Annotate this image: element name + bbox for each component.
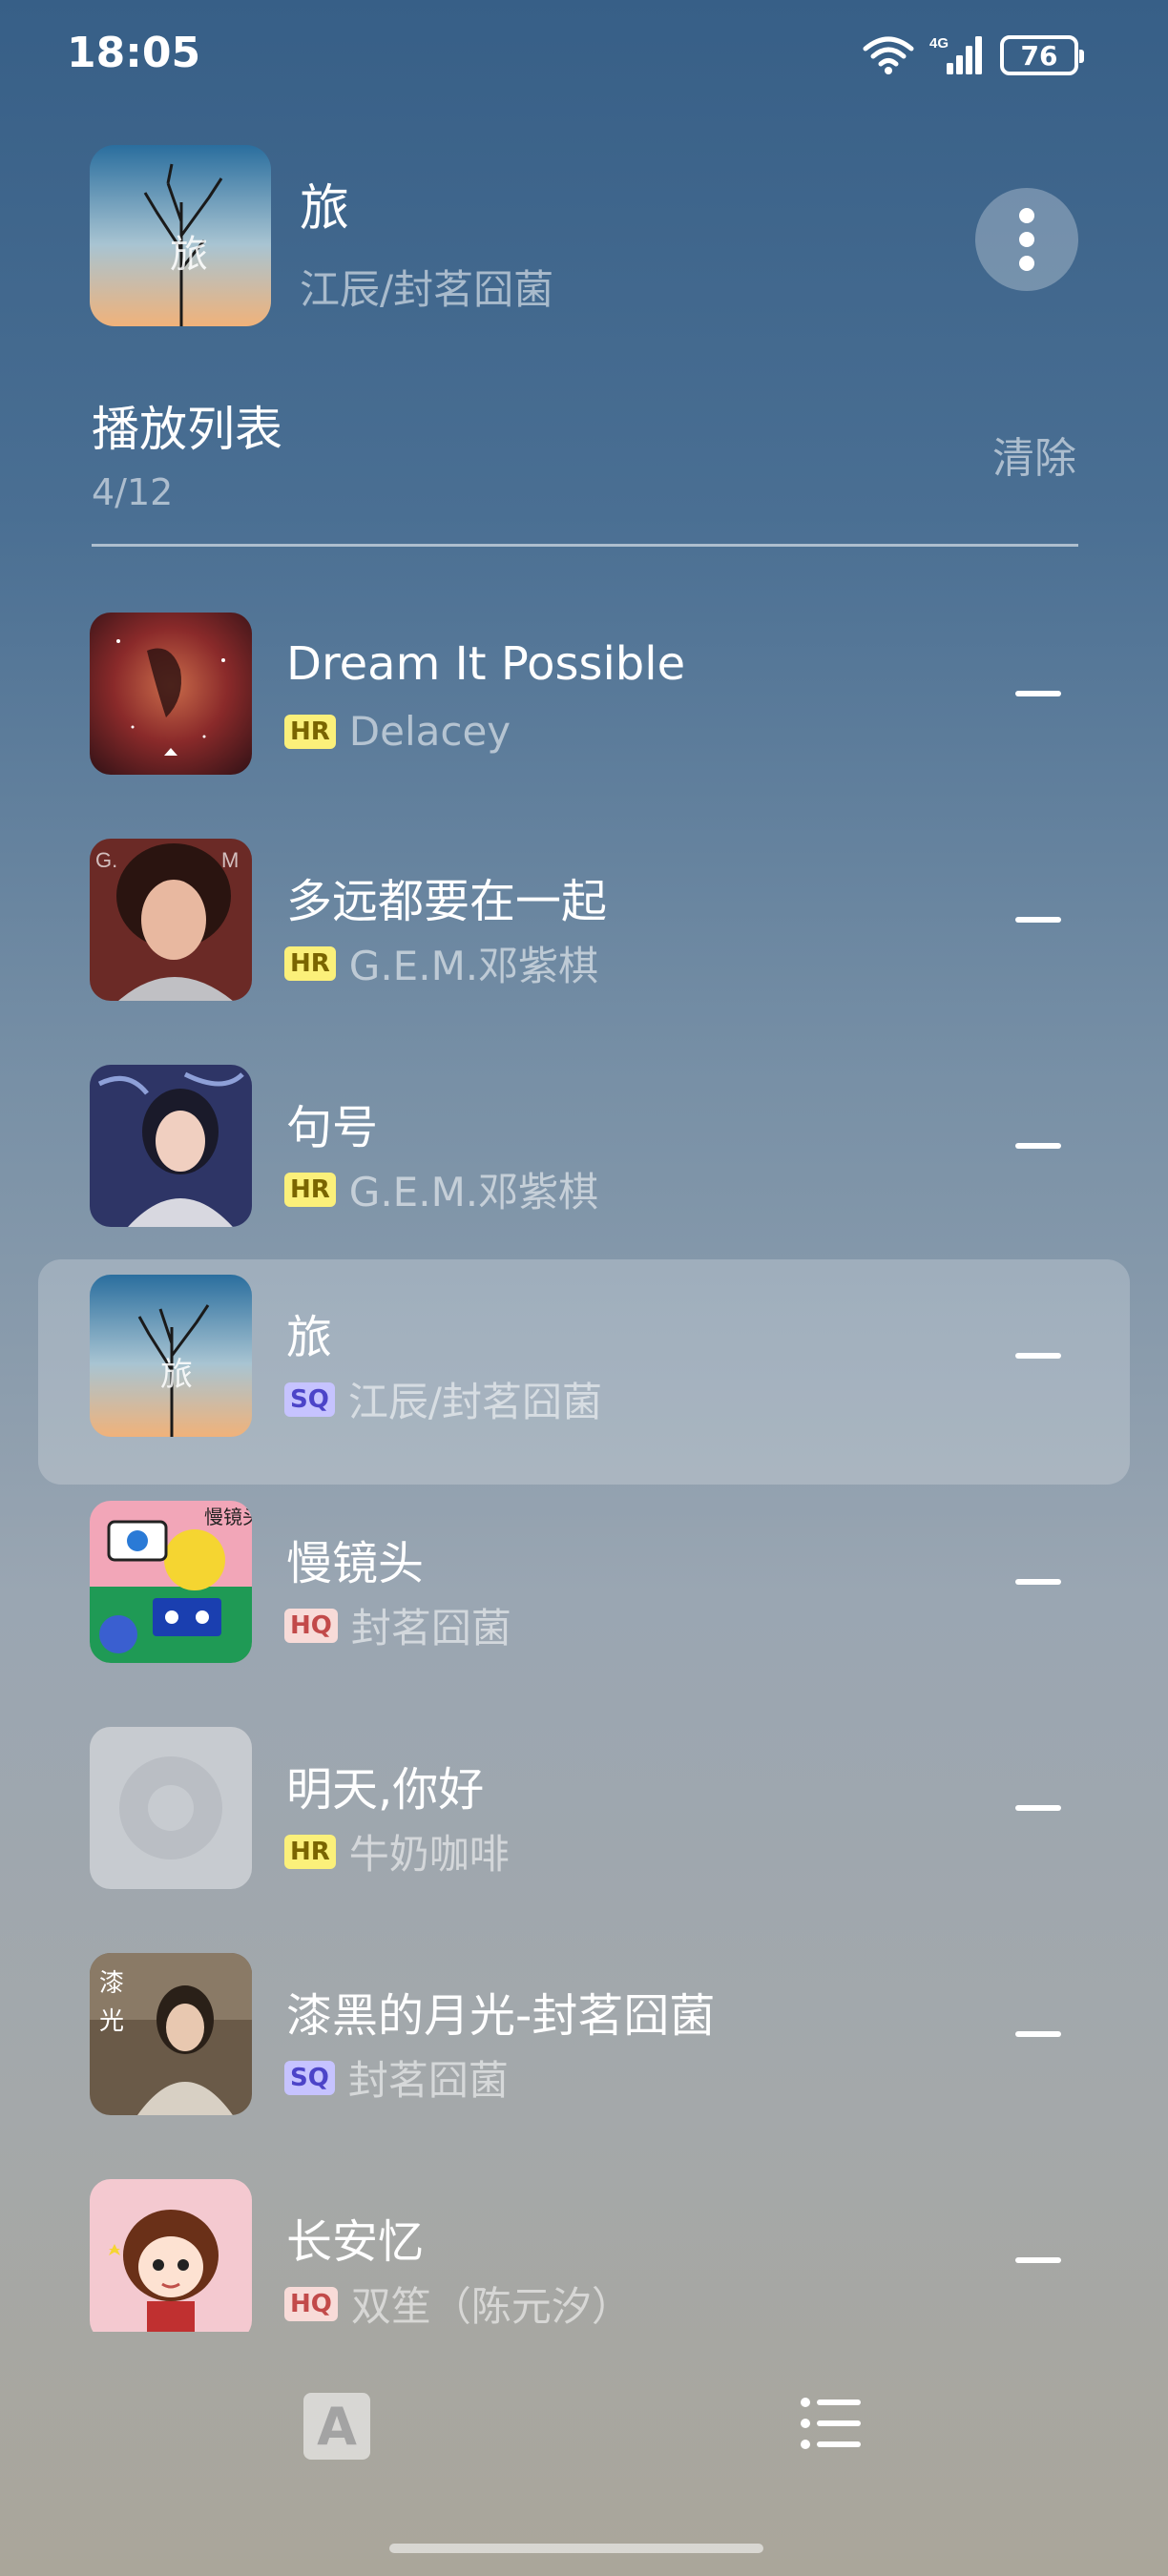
- girl-sepia-cover: 漆 光: [90, 1953, 252, 2115]
- track-row[interactable]: G. M 多远都要在一起 HR G.E.M.邓紫棋: [0, 823, 1168, 1049]
- track-artist: Delacey: [348, 708, 511, 755]
- remove-track-button[interactable]: [1015, 1579, 1061, 1585]
- track-artist: 封茗囧菌: [350, 1605, 511, 1652]
- track-title: 旅: [286, 1311, 333, 1364]
- nebula-cover: [90, 613, 252, 775]
- quality-badge: HR: [284, 945, 336, 981]
- portrait-red-cover: G. M: [90, 839, 252, 1001]
- status-time: 18:05: [67, 29, 201, 77]
- track-row[interactable]: 长安忆 HQ 双笙（陈元汐）: [0, 2164, 1168, 2332]
- svg-text:G.: G.: [95, 848, 117, 872]
- svg-text:光: 光: [99, 2007, 124, 2036]
- track-artist: G.E.M.邓紫棋: [348, 1169, 599, 1215]
- more-options-button[interactable]: [975, 188, 1078, 291]
- remove-track-button[interactable]: [1015, 2257, 1061, 2263]
- quality-badge: HQ: [284, 2286, 338, 2321]
- svg-text:M: M: [221, 848, 239, 872]
- lyrics-toggle-button[interactable]: A: [303, 2393, 370, 2460]
- track-list[interactable]: Dream It Possible HR Delacey G. M 多远都要在一…: [0, 597, 1168, 2332]
- playlist-icon[interactable]: [800, 2395, 863, 2452]
- battery-level: 76: [1020, 39, 1058, 72]
- svg-text:慢镜头: 慢镜头: [204, 1506, 252, 1528]
- wifi-icon: [863, 35, 914, 75]
- now-playing-header: 旅 旅 江辰/封茗囧菌: [90, 145, 1078, 328]
- tree-sky-cover: 旅: [90, 1275, 252, 1437]
- track-title: 慢镜头: [286, 1537, 425, 1590]
- remove-track-button[interactable]: [1015, 691, 1061, 696]
- track-title: 漆黑的月光-封茗囧菌: [286, 1989, 716, 2043]
- now-playing-title: 旅: [300, 180, 350, 238]
- quality-badge: HQ: [284, 1608, 338, 1643]
- svg-text:漆: 漆: [99, 1969, 124, 1998]
- quality-badge: HR: [284, 714, 336, 749]
- track-row[interactable]: Dream It Possible HR Delacey: [0, 597, 1168, 822]
- colorful-camera-cover: 慢镜头: [90, 1501, 252, 1663]
- cellular-signal-icon: 4G: [929, 34, 985, 76]
- quality-badge: HR: [284, 1834, 336, 1869]
- bottom-bar: A: [0, 2376, 1168, 2481]
- playlist-header: 播放列表 4/12 清除: [92, 391, 1078, 513]
- track-title: 句号: [286, 1101, 379, 1154]
- more-vertical-icon: [1019, 208, 1034, 223]
- track-artist: 江辰/封茗囧菌: [347, 1379, 602, 1425]
- track-row[interactable]: 句号 HR G.E.M.邓紫棋: [0, 1049, 1168, 1275]
- svg-text:旅: 旅: [170, 233, 208, 277]
- track-row-current[interactable]: 旅 旅 SQ 江辰/封茗囧菌: [0, 1259, 1168, 1485]
- track-artist: 封茗囧菌: [347, 2057, 509, 2104]
- network-type-label: 4G: [929, 35, 949, 52]
- track-title: 明天,你好: [286, 1763, 485, 1817]
- portrait-blue-cover: [90, 1065, 252, 1227]
- track-row[interactable]: 漆 光 漆黑的月光-封茗囧菌 SQ 封茗囧菌: [0, 1938, 1168, 2163]
- track-row[interactable]: 慢镜头 慢镜头 HQ 封茗囧菌: [0, 1485, 1168, 1711]
- home-indicator[interactable]: [389, 2544, 763, 2553]
- status-bar: 18:05 4G 76: [0, 0, 1168, 114]
- playlist-title: 播放列表: [92, 402, 282, 457]
- divider: [92, 544, 1078, 547]
- remove-track-button[interactable]: [1015, 2031, 1061, 2037]
- clear-playlist-button[interactable]: 清除: [992, 424, 1076, 485]
- remove-track-button[interactable]: [1015, 1805, 1061, 1811]
- svg-text:旅: 旅: [160, 1356, 193, 1394]
- remove-track-button[interactable]: [1015, 1143, 1061, 1149]
- track-title: 多远都要在一起: [286, 875, 608, 928]
- track-row[interactable]: 明天,你好 HR 牛奶咖啡: [0, 1712, 1168, 1937]
- now-playing-artist: 江辰/封茗囧菌: [300, 266, 554, 313]
- quality-badge: SQ: [284, 1381, 335, 1417]
- track-title: Dream It Possible: [286, 637, 686, 691]
- track-title: 长安忆: [286, 2215, 425, 2269]
- quality-badge: HR: [284, 1172, 336, 1207]
- now-playing-cover: 旅: [90, 145, 271, 326]
- battery-icon: 76: [1000, 35, 1084, 75]
- quality-badge: SQ: [284, 2060, 335, 2095]
- remove-track-button[interactable]: [1015, 917, 1061, 923]
- cartoon-girl-cover: [90, 2179, 252, 2332]
- status-icons: 4G 76: [863, 34, 1084, 76]
- placeholder-disc-cover: [90, 1727, 252, 1889]
- track-artist: 牛奶咖啡: [348, 1831, 510, 1878]
- remove-track-button[interactable]: [1015, 1353, 1061, 1359]
- track-artist: 双笙（陈元汐）: [350, 2283, 632, 2330]
- playlist-count: 4/12: [92, 471, 174, 513]
- track-artist: G.E.M.邓紫棋: [348, 943, 599, 989]
